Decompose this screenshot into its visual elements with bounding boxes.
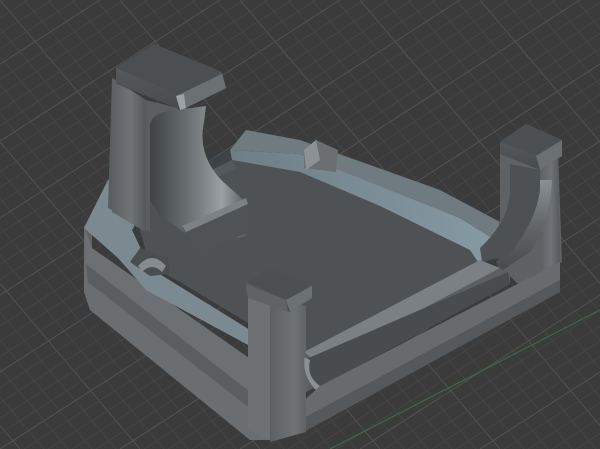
- 3d-viewport[interactable]: [0, 0, 600, 449]
- post-front: [248, 292, 270, 440]
- grid-line: [575, 433, 600, 449]
- grid-line: [0, 0, 5, 4]
- grid-line: [0, 368, 69, 449]
- grid-line: [575, 0, 600, 29]
- grid-line: [0, 0, 101, 65]
- grid-line: [0, 424, 21, 449]
- grid-line: [0, 0, 53, 34]
